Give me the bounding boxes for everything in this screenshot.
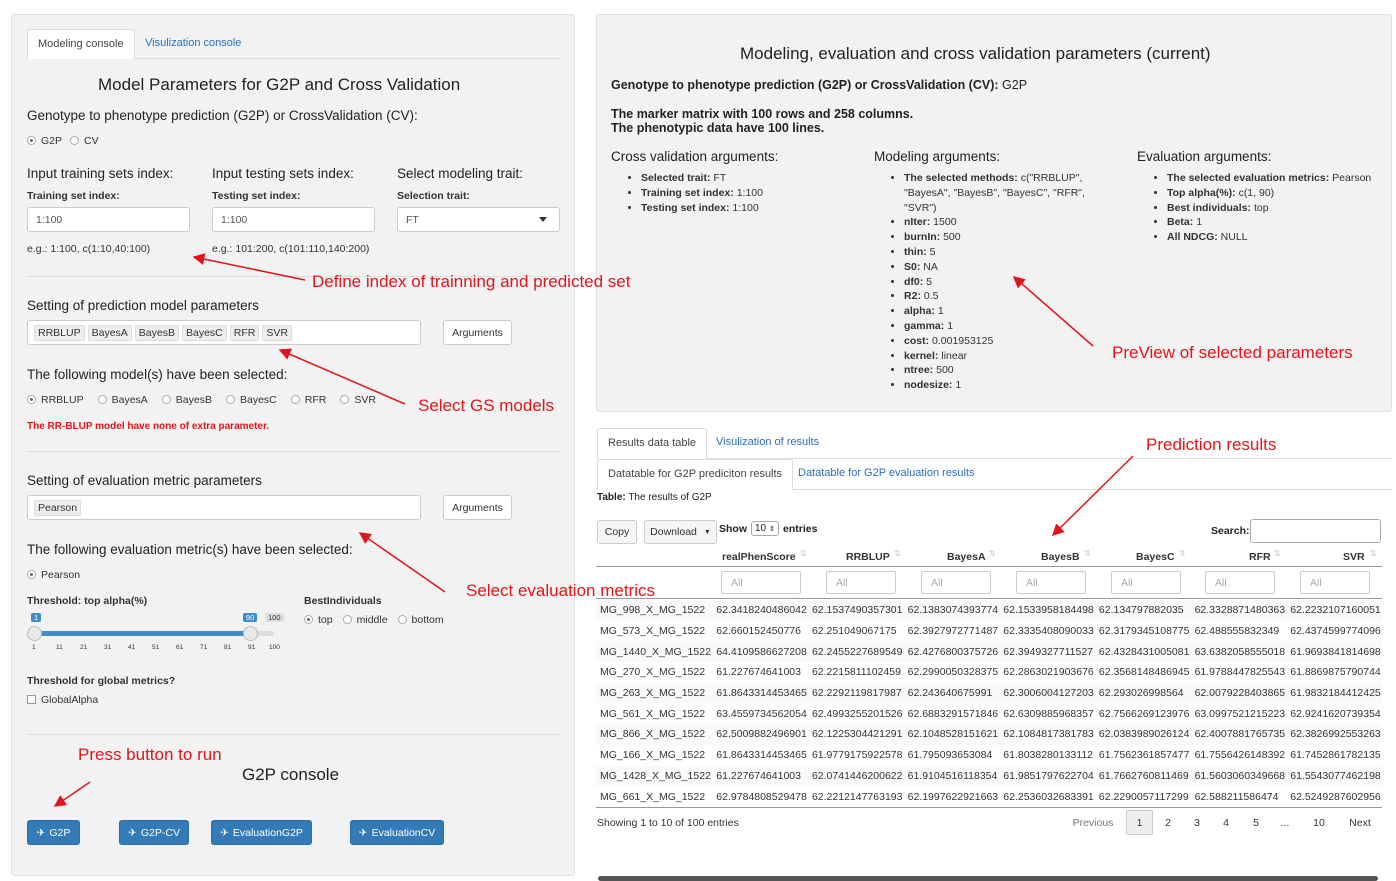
annotation-index: Define index of trainning and predicted … [312, 272, 631, 291]
arrow-run [53, 781, 91, 807]
annotation-models: Select GS models [418, 396, 555, 415]
arrow-metrics [358, 532, 446, 593]
annotation-results: Prediction results [1146, 435, 1277, 454]
arrow-models [278, 348, 406, 405]
annotation-metrics: Select evaluation metrics [466, 581, 655, 600]
arrow-results [1051, 455, 1134, 537]
arrow-preview [1012, 276, 1094, 347]
annotation-run: Press button to run [78, 745, 222, 764]
arrow-index [192, 253, 306, 281]
annotation-preview: PreView of selected parameters [1112, 343, 1353, 362]
